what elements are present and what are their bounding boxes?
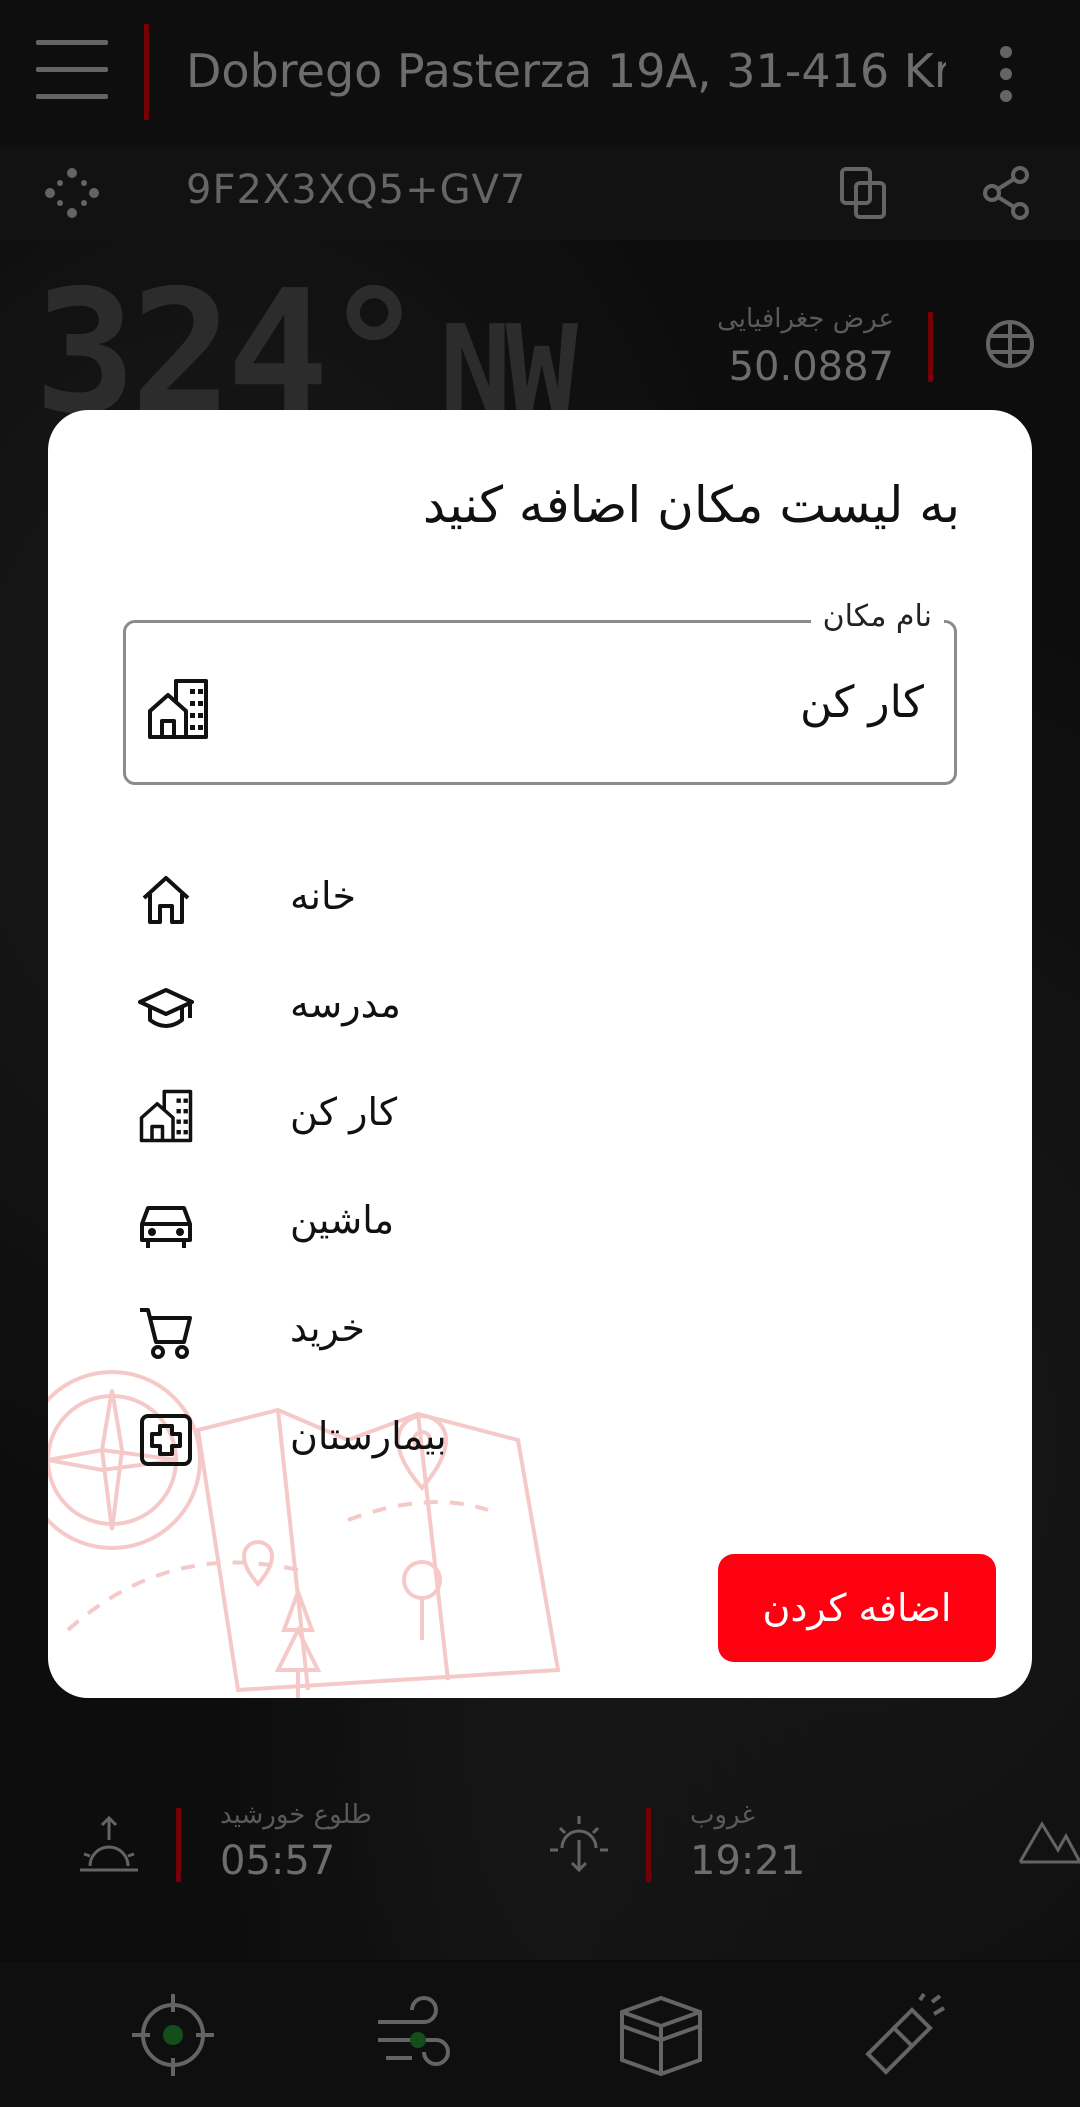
place-name-field[interactable]: نام مکان کار کن	[123, 599, 957, 785]
list-item-label: ماشین	[290, 1198, 395, 1242]
list-item-label: مدرسه	[290, 982, 401, 1026]
add-button[interactable]: اضافه کردن	[718, 1554, 996, 1662]
add-place-dialog: به لیست مکان اضافه کنید نام مکان کار کن …	[48, 410, 1032, 1698]
list-item-home[interactable]: خانه	[138, 850, 898, 958]
graduation-cap-icon	[138, 988, 194, 1028]
list-item-school[interactable]: مدرسه	[138, 958, 898, 1066]
list-item-work[interactable]: کار کن	[138, 1066, 898, 1174]
hospital-icon	[140, 1414, 192, 1466]
list-item-car[interactable]: ماشین	[138, 1174, 898, 1282]
home-icon	[142, 876, 190, 924]
cart-icon	[140, 1308, 192, 1359]
building-icon	[139, 1089, 193, 1143]
list-item-hospital[interactable]: بیمارستان	[138, 1390, 898, 1498]
list-item-label: بیمارستان	[290, 1414, 447, 1458]
building-icon	[148, 679, 208, 739]
car-icon	[140, 1206, 192, 1248]
place-type-list: خانه مدرسه کار کن ماشین خرید بیمارستان	[138, 850, 898, 1498]
list-item-shopping[interactable]: خرید	[138, 1282, 898, 1390]
list-item-label: کار کن	[290, 1090, 398, 1134]
dialog-title: به لیست مکان اضافه کنید	[422, 476, 960, 534]
place-name-label: نام مکان	[810, 599, 944, 634]
place-name-value[interactable]: کار کن	[800, 677, 924, 728]
list-item-label: خرید	[290, 1306, 365, 1350]
list-item-label: خانه	[290, 874, 357, 918]
